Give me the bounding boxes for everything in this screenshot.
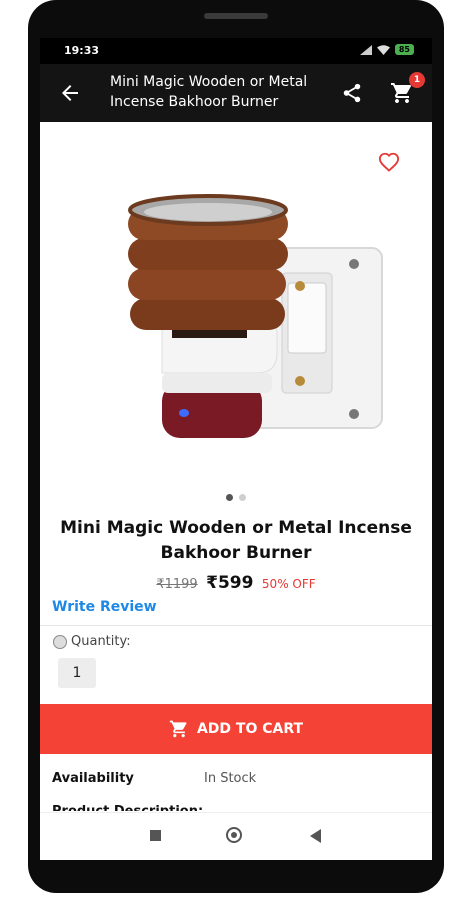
heart-icon[interactable] xyxy=(378,151,400,173)
product-name: Mini Magic Wooden or Metal Incense Bakho… xyxy=(60,518,412,563)
image-carousel-dots xyxy=(226,494,246,501)
screen: 19:33 85 Mini Magic Wooden or Metal Ince… xyxy=(40,38,432,860)
write-review-link[interactable]: Write Review xyxy=(52,599,157,615)
status-icons: 85 xyxy=(359,44,414,55)
app-bar: Mini Magic Wooden or Metal Incense Bakho… xyxy=(40,64,432,122)
product-image[interactable] xyxy=(92,188,402,438)
cart-button-icon xyxy=(169,720,187,738)
phone-speaker xyxy=(204,13,268,19)
nav-recents-icon[interactable] xyxy=(150,830,161,841)
carousel-dot-active[interactable] xyxy=(226,494,233,501)
availability-value: In Stock xyxy=(204,771,257,786)
add-to-cart-label: ADD TO CART xyxy=(196,721,304,737)
sale-price: ₹599 xyxy=(206,573,254,593)
status-bar: 19:33 85 xyxy=(40,38,432,64)
battery-icon: 85 xyxy=(394,44,414,55)
original-price: ₹1199 xyxy=(156,577,198,592)
price-row: ₹1199 ₹599 50% OFF xyxy=(40,573,432,593)
phone-frame: 19:33 85 Mini Magic Wooden or Metal Ince… xyxy=(28,0,444,893)
system-nav-bar xyxy=(40,812,432,860)
app-bar-title: Mini Magic Wooden or Metal Incense Bakho… xyxy=(110,74,308,110)
product-description-label: Product Description: xyxy=(52,801,203,811)
quantity-label: Quantity: xyxy=(71,634,131,649)
nav-back-icon[interactable] xyxy=(310,829,321,843)
nav-home-icon[interactable] xyxy=(226,827,242,843)
cart-count-badge: 1 xyxy=(409,72,425,88)
availability-label: Availability xyxy=(52,771,134,786)
quantity-radio[interactable] xyxy=(53,635,67,649)
discount-label: 50% OFF xyxy=(261,577,316,591)
divider xyxy=(40,625,432,626)
carousel-dot[interactable] xyxy=(239,494,246,501)
quantity-field[interactable]: 1 xyxy=(58,658,96,688)
add-to-cart-button[interactable]: ADD TO CART xyxy=(40,704,432,754)
back-arrow-icon[interactable] xyxy=(58,81,82,105)
signal-icon xyxy=(359,44,372,55)
status-time: 19:33 xyxy=(64,44,100,57)
share-icon[interactable] xyxy=(341,82,363,104)
wifi-icon xyxy=(376,44,390,55)
